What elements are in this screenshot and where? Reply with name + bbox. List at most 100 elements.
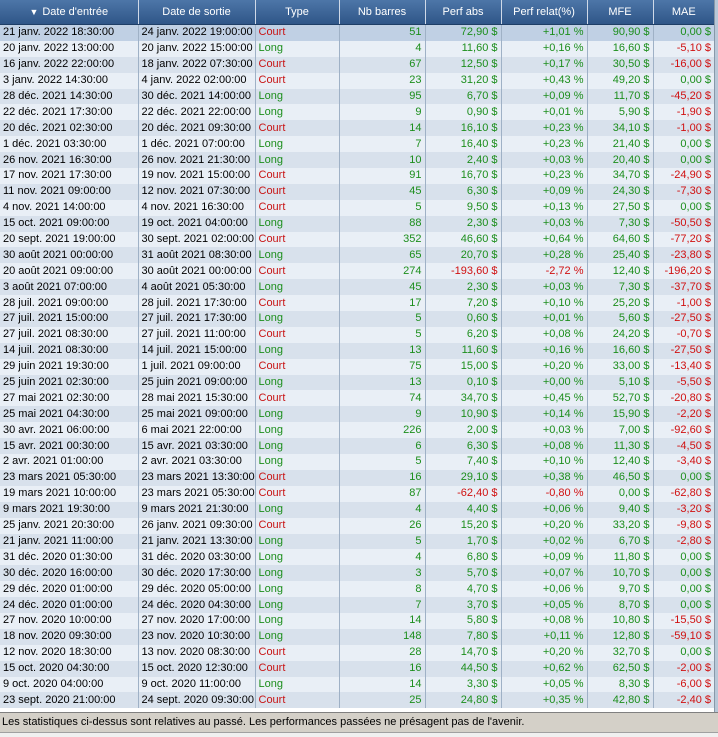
cell-rel: +0,13 % [501, 199, 588, 216]
table-row[interactable]: 4 nov. 2021 14:00:00 4 nov. 2021 16:30:00… [0, 199, 714, 216]
column-header-label: MFE [608, 6, 632, 18]
table-row[interactable]: 24 déc. 2020 01:00:00 24 déc. 2020 04:30:… [0, 597, 714, 613]
cell-exit: 28 juil. 2021 17:30:00 [138, 295, 256, 312]
table-row[interactable]: 20 janv. 2022 13:00:00 20 janv. 2022 15:0… [0, 40, 714, 57]
cell-mfe: 9,70 $ [587, 581, 654, 598]
table-row[interactable]: 31 déc. 2020 01:30:00 31 déc. 2020 03:30:… [0, 549, 714, 566]
cell-exit: 4 nov. 2021 16:30:00 [138, 199, 256, 216]
table-row[interactable]: 15 oct. 2020 04:30:00 15 oct. 2020 12:30:… [0, 660, 714, 677]
column-header-label: Nb barres [357, 6, 407, 18]
trades-grid[interactable]: ▼ Date d'entrée Date de sortie Type Nb barre… [0, 0, 714, 712]
table-row[interactable]: 23 sept. 2020 21:00:00 24 sept. 2020 09:3… [0, 692, 714, 709]
cell-bars: 25 [339, 692, 426, 709]
cell-exit: 23 mars 2021 13:30:00 [138, 469, 256, 486]
cell-mfe: 32,70 $ [587, 644, 654, 661]
table-row[interactable]: 27 juil. 2021 15:00:00 27 juil. 2021 17:3… [0, 311, 714, 327]
cell-mfe: 0,00 $ [587, 485, 654, 502]
table-row[interactable]: 16 janv. 2022 22:00:00 18 janv. 2022 07:3… [0, 56, 714, 73]
table-row[interactable]: 27 mai 2021 02:30:00 28 mai 2021 15:30:00… [0, 390, 714, 407]
table-row[interactable]: 30 août 2021 00:00:00 31 août 2021 08:30:… [0, 247, 714, 264]
cell-mae: -2,20 $ [653, 406, 714, 423]
column-header-abs[interactable]: Perf abs [425, 0, 502, 25]
cell-mae: 0,00 $ [653, 24, 714, 41]
table-row[interactable]: 15 oct. 2021 09:00:00 19 oct. 2021 04:00:… [0, 215, 714, 232]
table-row[interactable]: 11 nov. 2021 09:00:00 12 nov. 2021 07:30:… [0, 183, 714, 200]
column-header-bars[interactable]: Nb barres [339, 0, 426, 25]
cell-rel: +0,38 % [501, 469, 588, 486]
cell-mae: -3,40 $ [653, 454, 714, 470]
vertical-scrollbar[interactable] [714, 0, 718, 712]
cell-mae: -77,20 $ [653, 231, 714, 248]
cell-bars: 5 [339, 311, 426, 327]
table-row[interactable]: 1 déc. 2021 03:30:00 1 déc. 2021 07:00:00… [0, 136, 714, 153]
cell-exit: 30 sept. 2021 02:00:00 [138, 231, 256, 248]
cell-exit: 1 déc. 2021 07:00:00 [138, 136, 256, 153]
table-row[interactable]: 20 sept. 2021 19:00:00 30 sept. 2021 02:0… [0, 231, 714, 248]
cell-mae: 0,00 $ [653, 581, 714, 598]
table-row[interactable]: 25 juin 2021 02:30:00 25 juin 2021 09:00:… [0, 374, 714, 391]
cell-mae: -15,50 $ [653, 612, 714, 629]
column-header-mfe[interactable]: MFE [587, 0, 654, 25]
table-row[interactable]: 15 avr. 2021 00:30:00 15 avr. 2021 03:30:… [0, 438, 714, 455]
cell-mae: 0,00 $ [653, 597, 714, 613]
table-row[interactable]: 9 oct. 2020 04:00:00 9 oct. 2020 11:00:00… [0, 676, 714, 693]
table-row[interactable]: 23 mars 2021 05:30:00 23 mars 2021 13:30:… [0, 469, 714, 486]
cell-mfe: 52,70 $ [587, 390, 654, 407]
cell-type: Court [255, 390, 340, 407]
table-row[interactable]: 2 avr. 2021 01:00:00 2 avr. 2021 03:30:00… [0, 454, 714, 470]
table-row[interactable]: 30 déc. 2020 16:00:00 30 déc. 2020 17:30:… [0, 565, 714, 582]
cell-bars: 14 [339, 676, 426, 693]
cell-abs: 29,10 $ [425, 469, 502, 486]
column-header-mae[interactable]: MAE [653, 0, 714, 25]
table-row[interactable]: 3 août 2021 07:00:00 4 août 2021 05:30:00… [0, 279, 714, 296]
table-row[interactable]: 28 juil. 2021 09:00:00 28 juil. 2021 17:3… [0, 295, 714, 312]
cell-bars: 74 [339, 390, 426, 407]
cell-type: Court [255, 56, 340, 73]
cell-type: Court [255, 24, 340, 41]
table-row[interactable]: 29 déc. 2020 01:00:00 29 déc. 2020 05:00:… [0, 581, 714, 598]
table-row[interactable]: 22 déc. 2021 17:30:00 22 déc. 2021 22:00:… [0, 104, 714, 121]
column-header-rel[interactable]: Perf relat(%) [501, 0, 588, 25]
cell-rel: +0,00 % [501, 374, 588, 391]
cell-type: Court [255, 263, 340, 280]
cell-mfe: 16,60 $ [587, 342, 654, 359]
table-row[interactable]: 12 nov. 2020 18:30:00 13 nov. 2020 08:30:… [0, 644, 714, 661]
cell-exit: 22 déc. 2021 22:00:00 [138, 104, 256, 121]
cell-abs: 15,00 $ [425, 358, 502, 375]
table-row[interactable]: 9 mars 2021 19:30:00 9 mars 2021 21:30:00… [0, 501, 714, 518]
table-row[interactable]: 17 nov. 2021 17:30:00 19 nov. 2021 15:00:… [0, 168, 714, 184]
cell-exit: 12 nov. 2021 07:30:00 [138, 183, 256, 200]
table-row[interactable]: 20 déc. 2021 02:30:00 20 déc. 2021 09:30:… [0, 120, 714, 137]
table-row[interactable]: 25 mai 2021 04:30:00 25 mai 2021 09:00:00… [0, 406, 714, 423]
table-row[interactable]: 18 nov. 2020 09:30:00 23 nov. 2020 10:30:… [0, 628, 714, 645]
table-row[interactable]: 28 déc. 2021 14:30:00 30 déc. 2021 14:00:… [0, 88, 714, 105]
cell-type: Long [255, 136, 340, 153]
cell-exit: 20 janv. 2022 15:00:00 [138, 40, 256, 57]
cell-abs: 14,70 $ [425, 644, 502, 661]
cell-entry: 9 mars 2021 19:30:00 [0, 501, 139, 518]
column-header-exit[interactable]: Date de sortie [138, 0, 256, 25]
table-row[interactable]: 30 avr. 2021 06:00:00 6 mai 2021 22:00:00… [0, 422, 714, 439]
cell-rel: +0,20 % [501, 644, 588, 661]
cell-bars: 4 [339, 549, 426, 566]
table-row[interactable]: 21 janv. 2021 11:00:00 21 janv. 2021 13:3… [0, 533, 714, 550]
cell-abs: 3,30 $ [425, 676, 502, 693]
table-row[interactable]: 25 janv. 2021 20:30:00 26 janv. 2021 09:3… [0, 517, 714, 534]
cell-mae: -20,80 $ [653, 390, 714, 407]
table-row[interactable]: 27 nov. 2020 10:00:00 27 nov. 2020 17:00:… [0, 612, 714, 629]
cell-entry: 27 mai 2021 02:30:00 [0, 390, 139, 407]
table-row[interactable]: 20 août 2021 09:00:00 30 août 2021 00:00:… [0, 263, 714, 280]
cell-bars: 51 [339, 24, 426, 41]
column-header-entry[interactable]: ▼ Date d'entrée [0, 0, 139, 25]
column-header-type[interactable]: Type [255, 0, 340, 25]
table-row[interactable]: 29 juin 2021 19:30:00 1 juil. 2021 09:00:… [0, 358, 714, 375]
table-row[interactable]: 21 janv. 2022 18:30:00 24 janv. 2022 19:0… [0, 24, 714, 41]
table-row[interactable]: 27 juil. 2021 08:30:00 27 juil. 2021 11:0… [0, 326, 714, 343]
cell-entry: 3 janv. 2022 14:30:00 [0, 72, 139, 89]
table-body: 21 janv. 2022 18:30:00 24 janv. 2022 19:0… [0, 24, 714, 709]
table-row[interactable]: 26 nov. 2021 16:30:00 26 nov. 2021 21:30:… [0, 152, 714, 169]
table-row[interactable]: 14 juil. 2021 08:30:00 14 juil. 2021 15:0… [0, 342, 714, 359]
table-row[interactable]: 3 janv. 2022 14:30:00 4 janv. 2022 02:00:… [0, 72, 714, 89]
table-row[interactable]: 19 mars 2021 10:00:00 23 mars 2021 05:30:… [0, 485, 714, 502]
cell-entry: 20 sept. 2021 19:00:00 [0, 231, 139, 248]
